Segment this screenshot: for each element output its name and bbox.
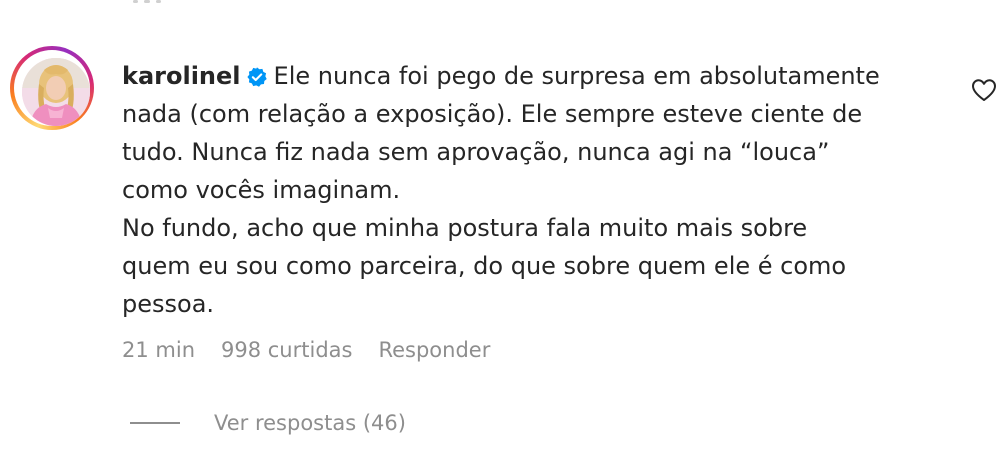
comment-likes-count[interactable]: 998 curtidas (221, 338, 352, 362)
verified-badge-icon (246, 67, 267, 87)
comment-line: quem eu sou como parceira, do que sobre … (122, 252, 847, 280)
comment-line: pessoa. (122, 290, 215, 318)
comment-timestamp[interactable]: 21 min (122, 338, 195, 362)
comment-line: como vocês imaginam. (122, 176, 401, 204)
view-replies-line (130, 422, 180, 424)
avatar-story-ring[interactable] (10, 46, 94, 130)
heart-outline-icon[interactable] (971, 78, 997, 102)
comment-meta: 21 min 998 curtidas Responder (122, 338, 490, 362)
comment-body: karolinel Ele nunca foi pego de surpresa… (122, 57, 937, 323)
view-replies-button[interactable]: Ver respostas (46) (130, 411, 406, 435)
reply-button[interactable]: Responder (378, 338, 490, 362)
comment-username[interactable]: karolinel (122, 62, 241, 90)
comment-line: tudo. Nunca fiz nada sem aprovação, nunc… (122, 138, 830, 166)
view-replies-label: Ver respostas (46) (214, 411, 406, 435)
comment-line: nada (com relação a exposição). Ele semp… (122, 100, 863, 128)
previous-item-fragment (133, 0, 161, 5)
avatar (22, 58, 90, 126)
comment-line: Ele nunca foi pego de surpresa em absolu… (273, 62, 880, 90)
avatar-photo (22, 58, 90, 126)
comment-line: No fundo, acho que minha postura fala mu… (122, 214, 808, 242)
